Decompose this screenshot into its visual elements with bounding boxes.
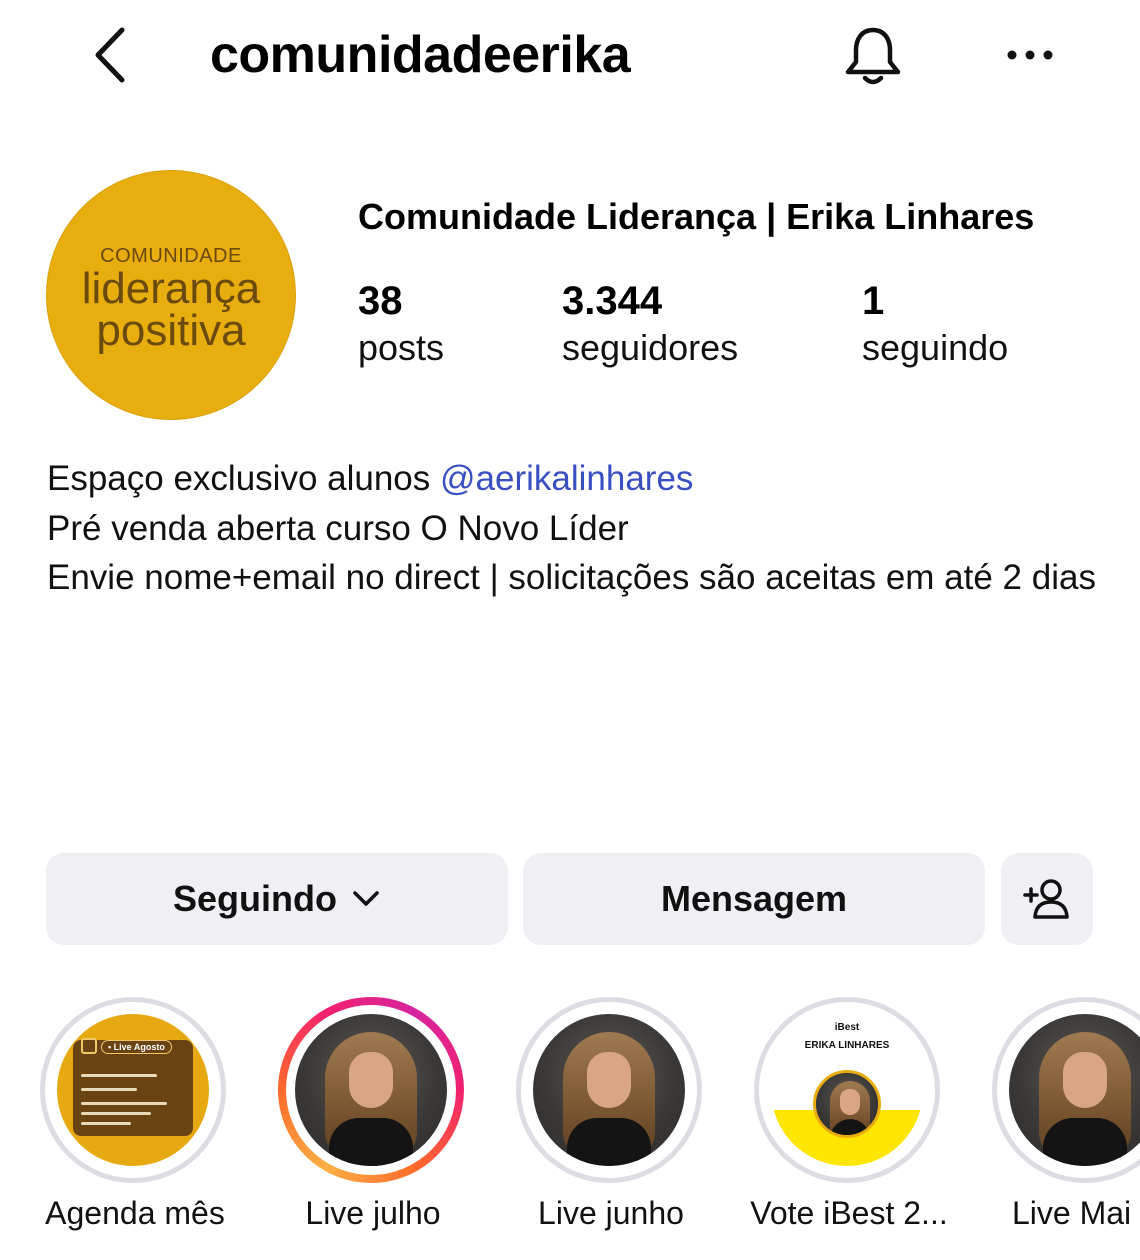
- notifications-button[interactable]: [840, 22, 906, 88]
- bio-line-3: Envie nome+email no direct | solicitaçõe…: [47, 558, 1096, 597]
- portrait-photo: [1009, 1014, 1140, 1166]
- highlight-cover: [295, 1014, 447, 1166]
- highlight-cover: [533, 1014, 685, 1166]
- portrait-photo: [533, 1014, 685, 1166]
- highlight-cover: • Live Agosto: [57, 1014, 209, 1166]
- profile-username: comunidadeerika: [210, 26, 631, 84]
- ibest-candidate-name: ERIKA LINHARES: [804, 1040, 890, 1051]
- back-button[interactable]: [88, 22, 132, 88]
- posts-count-label: posts: [358, 327, 445, 368]
- followers-count-label: seguidores: [562, 327, 739, 368]
- suggest-accounts-button[interactable]: [1001, 853, 1093, 945]
- chevron-left-icon: [95, 27, 125, 83]
- calendar-icon: [81, 1038, 97, 1054]
- profile-bio: Espaço exclusivo alunos @aerikalinhares …: [47, 454, 1107, 603]
- followers-count[interactable]: 3.344 seguidores: [562, 278, 738, 372]
- bio-line-1-text: Espaço exclusivo alunos: [47, 459, 440, 498]
- bio-mention-link[interactable]: @aerikalinhares: [440, 459, 693, 498]
- posts-count-value: 38: [358, 279, 403, 323]
- following-button-label: Seguindo: [173, 878, 337, 919]
- posts-count[interactable]: 38 posts: [358, 278, 444, 372]
- following-button[interactable]: Seguindo: [46, 853, 508, 945]
- highlight-label: Vote iBest 2...: [750, 1195, 948, 1231]
- avatar-logo-line3: positiva: [96, 306, 246, 355]
- chevron-down-icon: [353, 891, 379, 906]
- highlight-label: Live Mai: [1012, 1195, 1132, 1231]
- ibest-logo-text: iBest: [834, 1022, 860, 1033]
- highlight-cover: [1009, 1014, 1140, 1166]
- avatar-logo-line2: liderança: [81, 264, 261, 313]
- profile-avatar[interactable]: COMUNIDADE liderança positiva: [46, 170, 296, 420]
- more-options-button[interactable]: [1000, 30, 1060, 80]
- bio-line-1: Espaço exclusivo alunos @aerikalinhares: [47, 454, 1107, 504]
- message-button[interactable]: Mensagem: [523, 853, 985, 945]
- bell-icon: [845, 27, 901, 85]
- highlight-label: Live julho: [305, 1195, 441, 1231]
- highlight-label: Agenda mês: [45, 1195, 225, 1231]
- highlight-cover-title: • Live Agosto: [101, 1040, 172, 1054]
- following-count-value: 1: [862, 279, 885, 323]
- portrait-photo: [295, 1014, 447, 1166]
- bio-line-2: Pré venda aberta curso O Novo Líder: [47, 508, 629, 548]
- following-count[interactable]: 1 seguindo: [862, 278, 1008, 372]
- highlight-label: Live junho: [538, 1195, 684, 1231]
- highlight-cover: iBest ERIKA LINHARES: [771, 1014, 923, 1166]
- portrait-photo: [813, 1070, 881, 1138]
- profile-full-name: Comunidade Liderança | Erika Linhares: [358, 196, 1035, 237]
- following-count-label: seguindo: [862, 327, 1009, 368]
- top-bar: comunidadeerika: [0, 0, 1140, 110]
- message-button-label: Mensagem: [660, 878, 848, 919]
- followers-count-value: 3.344: [562, 279, 663, 323]
- more-horizontal-icon: [1007, 50, 1053, 60]
- add-user-icon: [1023, 879, 1069, 919]
